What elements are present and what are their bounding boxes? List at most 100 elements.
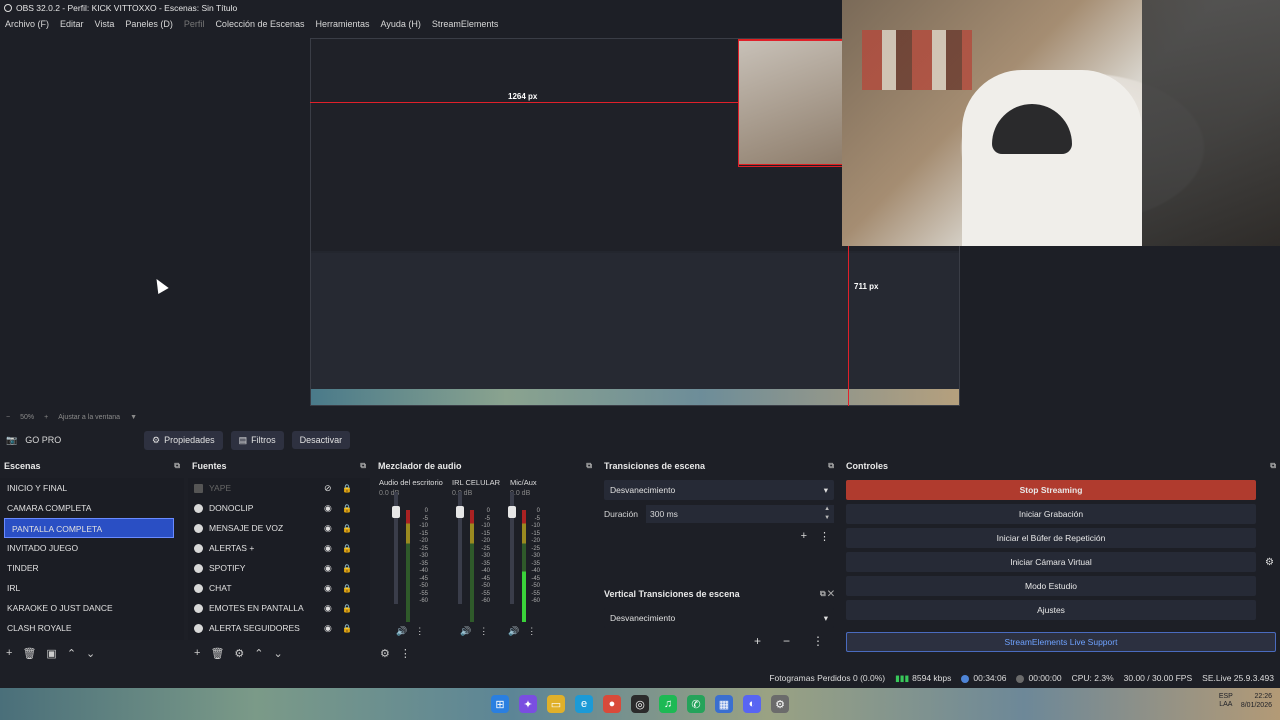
file-explorer-icon[interactable]: ▭ — [547, 695, 565, 713]
close-icon[interactable]: ✕ — [828, 589, 834, 598]
move-up-icon[interactable]: ⌃ — [67, 647, 76, 660]
language-indicator[interactable]: ESP LAA — [1219, 693, 1233, 709]
move-up-icon[interactable]: ⌃ — [254, 647, 263, 660]
menu-ayuda[interactable]: Ayuda (H) — [381, 19, 421, 29]
whatsapp-icon[interactable]: ✆ — [687, 695, 705, 713]
clock[interactable]: 22:26 8/01/2026 — [1241, 692, 1272, 710]
deactivate-button[interactable]: Desactivar — [291, 431, 351, 449]
virtual-camera-button[interactable]: Iniciar Cámara Virtual ⚙ — [846, 552, 1274, 572]
source-item[interactable]: YAPE ⊘ 🔒 — [188, 478, 370, 498]
settings-button[interactable]: Ajustes — [846, 600, 1256, 620]
discord-icon[interactable]: ◐ — [743, 695, 761, 713]
pop-out-icon[interactable]: ⧉ — [820, 589, 826, 598]
eye-hidden-icon[interactable]: ⊘ — [324, 483, 332, 494]
scene-item[interactable]: INVITADO JUEGO — [0, 538, 184, 558]
scene-item-selected[interactable]: PANTALLA COMPLETA — [4, 518, 174, 538]
plus-icon[interactable]: + — [801, 530, 807, 543]
menu-streamelements[interactable]: StreamElements — [432, 19, 499, 29]
minus-icon[interactable]: − — [783, 634, 790, 648]
obs-icon[interactable]: ◎ — [631, 695, 649, 713]
lock-icon[interactable]: 🔒 — [342, 604, 352, 613]
scene-item[interactable]: KARAOKE O JUST DANCE — [0, 598, 184, 618]
pop-out-icon[interactable]: ⧉ — [1270, 461, 1276, 471]
move-down-icon[interactable]: ⌄ — [86, 647, 95, 660]
move-down-icon[interactable]: ⌄ — [274, 647, 283, 660]
eye-icon[interactable]: ◉ — [324, 583, 332, 594]
scene-item[interactable]: CAMARA COMPLETA — [0, 498, 184, 518]
kebab-menu-icon[interactable]: ⋮ — [400, 647, 411, 660]
zoom-out-icon[interactable]: − — [6, 414, 10, 421]
lock-icon[interactable]: 🔒 — [342, 504, 352, 513]
speaker-icon[interactable]: 🔊 — [508, 626, 519, 637]
kebab-menu-icon[interactable]: ⋮ — [812, 634, 824, 648]
fader-knob[interactable] — [456, 506, 464, 518]
kebab-menu-icon[interactable]: ⋮ — [527, 626, 536, 637]
store-icon[interactable]: ▦ — [715, 695, 733, 713]
transition-select[interactable]: Desvanecimiento ▾ — [604, 480, 834, 500]
scene-item[interactable]: TINDER — [0, 558, 184, 578]
eye-icon[interactable]: ◉ — [324, 543, 332, 554]
remove-scene-icon[interactable]: 🗑 — [22, 647, 36, 660]
lock-icon[interactable]: 🔒 — [342, 524, 352, 533]
lock-icon[interactable]: 🔒 — [342, 484, 352, 493]
kebab-menu-icon[interactable]: ⋮ — [819, 530, 830, 543]
lock-icon[interactable]: 🔒 — [342, 624, 352, 633]
eye-icon[interactable]: ◉ — [324, 503, 332, 514]
source-item[interactable]: CHAT ◉ 🔒 — [188, 578, 370, 598]
duration-input[interactable]: 300 ms ▲ ▼ — [646, 505, 835, 523]
speaker-icon[interactable]: 🔊 — [460, 626, 471, 637]
zoom-in-icon[interactable]: + — [44, 414, 48, 421]
zoom-fit-dropdown[interactable]: Ajustar a la ventana — [58, 414, 120, 421]
add-scene-icon[interactable]: + — [6, 647, 12, 659]
settings-app-icon[interactable]: ⚙ — [771, 695, 789, 713]
start-recording-button[interactable]: Iniciar Grabación — [846, 504, 1256, 524]
source-item[interactable]: EMOTES EN PANTALLA ◉ 🔒 — [188, 598, 370, 618]
properties-button[interactable]: ⚙ Propiedades — [144, 430, 223, 450]
eye-icon[interactable]: ◉ — [324, 563, 332, 574]
edge-icon[interactable]: e — [575, 695, 593, 713]
replay-buffer-button[interactable]: Iniciar el Búfer de Repetición — [846, 528, 1256, 548]
menu-coleccion-escenas[interactable]: Colección de Escenas — [215, 19, 304, 29]
gear-icon[interactable]: ⚙ — [1265, 557, 1274, 568]
vertical-transition-select[interactable]: Desvanecimiento ▾ — [604, 608, 834, 628]
studio-mode-button[interactable]: Modo Estudio — [846, 576, 1256, 596]
source-item[interactable]: ALERTAS + ◉ 🔒 — [188, 538, 370, 558]
spin-arrows-icon[interactable]: ▲ ▼ — [824, 505, 830, 523]
scene-filter-icon[interactable]: ▣ — [46, 647, 56, 660]
pop-out-icon[interactable]: ⧉ — [360, 461, 366, 471]
mixer-settings-icon[interactable]: ⚙ — [380, 647, 390, 660]
menu-editar[interactable]: Editar — [60, 19, 84, 29]
pop-out-icon[interactable]: ⧉ — [174, 461, 180, 471]
source-item[interactable]: SPOTIFY ◉ 🔒 — [188, 558, 370, 578]
menu-perfil[interactable]: Perfil — [184, 19, 205, 29]
kebab-menu-icon[interactable]: ⋮ — [415, 626, 424, 637]
filters-button[interactable]: ▤ Filtros — [230, 430, 284, 450]
stop-streaming-button[interactable]: Stop Streaming — [846, 480, 1256, 500]
lock-icon[interactable]: 🔒 — [342, 544, 352, 553]
source-item[interactable]: ALERTA SEGUIDORES ◉ 🔒 — [188, 618, 370, 638]
speaker-icon[interactable]: 🔊 — [396, 626, 407, 637]
streamelements-support-button[interactable]: StreamElements Live Support — [846, 632, 1276, 652]
fader-knob[interactable] — [392, 506, 400, 518]
menu-paneles[interactable]: Paneles (D) — [125, 19, 173, 29]
windows-start-icon[interactable]: ⊞ — [491, 695, 509, 713]
copilot-icon[interactable]: ✦ — [519, 695, 537, 713]
pop-out-icon[interactable]: ⧉ — [828, 461, 834, 471]
scene-item[interactable]: INICIO Y FINAL — [0, 478, 184, 498]
scene-item[interactable]: CLASH ROYALE — [0, 618, 184, 638]
source-settings-icon[interactable]: ⚙ — [234, 647, 244, 660]
spotify-icon[interactable]: ♫ — [659, 695, 677, 713]
chevron-down-icon[interactable]: ▼ — [130, 414, 137, 421]
eye-icon[interactable]: ◉ — [324, 603, 332, 614]
source-item[interactable]: MENSAJE DE VOZ ◉ 🔒 — [188, 518, 370, 538]
kebab-menu-icon[interactable]: ⋮ — [479, 626, 488, 637]
plus-icon[interactable]: + — [754, 634, 761, 648]
chrome-icon[interactable]: ● — [603, 695, 621, 713]
remove-source-icon[interactable]: 🗑 — [210, 647, 224, 660]
lock-icon[interactable]: 🔒 — [342, 584, 352, 593]
eye-icon[interactable]: ◉ — [324, 623, 332, 634]
menu-archivo[interactable]: Archivo (F) — [5, 19, 49, 29]
pop-out-icon[interactable]: ⧉ — [586, 461, 592, 471]
add-source-icon[interactable]: + — [194, 647, 200, 659]
fader-knob[interactable] — [508, 506, 516, 518]
